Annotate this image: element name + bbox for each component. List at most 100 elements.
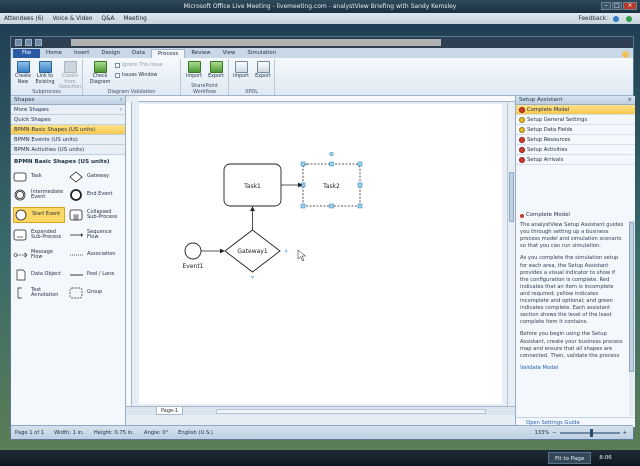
- shape-data-object[interactable]: Data Object: [13, 267, 65, 283]
- zoom-slider-knob[interactable]: [589, 428, 593, 437]
- feedback-icon[interactable]: [613, 15, 619, 22]
- zoom-control: 133% − +: [534, 428, 627, 437]
- status-icon[interactable]: [626, 15, 632, 22]
- assistant-item-resources[interactable]: Setup Resources: [516, 135, 635, 145]
- sharepoint-import-button[interactable]: Import: [183, 61, 205, 80]
- assistant-scroll-thumb[interactable]: [629, 222, 634, 372]
- shape-text-annotation[interactable]: Text Annotation: [13, 285, 65, 301]
- stencil-bpmn-events[interactable]: BPMN Events (US units): [11, 135, 125, 145]
- shapes-panel: Shapes ‹ More Shapes › Quick Shapes BPMN …: [11, 96, 126, 427]
- meeting-title: Microsoft Office Live Meeting - livemeet…: [183, 3, 457, 10]
- status-height[interactable]: Height: 0.75 in.: [94, 430, 134, 436]
- tab-process[interactable]: Process: [150, 49, 186, 58]
- zoom-in-icon[interactable]: +: [623, 430, 627, 436]
- link-existing-button[interactable]: Link to Existing: [34, 61, 56, 85]
- sharepoint-export-button[interactable]: Export: [205, 61, 227, 80]
- issues-window-checkbox[interactable]: Issues Window: [115, 73, 157, 78]
- shape-pool-lane[interactable]: Pool / Lane: [69, 267, 121, 283]
- status-language[interactable]: English (U.S.): [178, 430, 213, 436]
- tab-review[interactable]: Review: [185, 49, 216, 58]
- shape-end-event[interactable]: End Event: [69, 187, 121, 203]
- drawing-page[interactable]: Task1 Task2 Gateway1 Event1: [139, 104, 502, 404]
- tab-design[interactable]: Design: [95, 49, 126, 58]
- menu-qa[interactable]: Q&A: [101, 16, 114, 22]
- zoom-out-icon[interactable]: −: [552, 430, 556, 436]
- tab-insert[interactable]: Insert: [68, 49, 95, 58]
- tab-file[interactable]: File: [13, 49, 41, 58]
- menu-voice-video[interactable]: Voice & Video: [53, 16, 93, 22]
- stencil-bpmn-basic[interactable]: BPMN Basic Shapes (US units): [11, 125, 125, 135]
- zoom-level[interactable]: 133%: [534, 430, 549, 436]
- horizontal-scrollbar[interactable]: [216, 409, 486, 414]
- task1-shape[interactable]: Task1: [223, 163, 282, 207]
- xpdl-export-icon: [256, 61, 270, 73]
- shape-start-event[interactable]: Start Event: [13, 207, 65, 223]
- sequence-flow-icon: [69, 229, 84, 241]
- undo-icon[interactable]: [25, 39, 32, 46]
- ignore-issue-button[interactable]: Ignore This Issue: [115, 63, 163, 68]
- maximize-button[interactable]: □: [612, 2, 622, 10]
- page-tab-1[interactable]: Page-1: [156, 407, 184, 415]
- close-icon[interactable]: ×: [627, 96, 632, 105]
- xpdl-import-button[interactable]: Import: [230, 61, 252, 80]
- shape-gateway[interactable]: Gateway: [69, 169, 121, 185]
- status-page[interactable]: Page 1 of 1: [15, 430, 44, 436]
- menu-attendees[interactable]: Attendees (6): [4, 16, 44, 22]
- assistant-item-activities[interactable]: Setup Activities: [516, 145, 635, 155]
- tab-view[interactable]: View: [217, 49, 242, 58]
- shape-message-flow[interactable]: Message Flow: [13, 247, 65, 263]
- menu-meeting[interactable]: Meeting: [123, 16, 146, 22]
- assistant-item-complete-model[interactable]: Complete Model: [516, 105, 635, 115]
- redo-icon[interactable]: [35, 39, 42, 46]
- assistant-item-data-fields[interactable]: Setup Data Fields: [516, 125, 635, 135]
- create-new-button[interactable]: Create New: [12, 61, 34, 85]
- help-icon[interactable]: [622, 51, 629, 58]
- shape-intermediate-event[interactable]: Intermediate Event: [13, 187, 65, 203]
- stencil-bpmn-activities[interactable]: BPMN Activities (US units): [11, 145, 125, 155]
- shape-association[interactable]: Association: [69, 247, 121, 263]
- create-from-selection-button[interactable]: Create from Selection: [57, 61, 83, 91]
- xpdl-export-button[interactable]: Export: [252, 61, 274, 80]
- intermediate-event-icon: [13, 189, 28, 201]
- assistant-item-arrivals[interactable]: Setup Arrivals: [516, 155, 635, 165]
- window-controls: – □ ×: [601, 2, 637, 10]
- collapse-icon[interactable]: ‹: [120, 96, 122, 105]
- zoom-slider[interactable]: [559, 428, 620, 437]
- shape-task[interactable]: Task: [13, 169, 65, 185]
- autoconnect-arrow-right[interactable]: [285, 249, 288, 253]
- task-shape-icon: [13, 171, 28, 183]
- setup-assistant-panel: Setup Assistant × Complete Model Setup G…: [515, 96, 635, 427]
- shape-sequence-flow[interactable]: Sequence Flow: [69, 227, 121, 243]
- vertical-scrollbar[interactable]: [507, 102, 515, 406]
- task2-shape[interactable]: Task2: [302, 163, 361, 207]
- assistant-scrollbar[interactable]: [629, 220, 635, 416]
- tab-simulation[interactable]: Simulation: [241, 49, 282, 58]
- status-angle[interactable]: Angle: 0°: [144, 430, 168, 436]
- stencil-quick-shapes[interactable]: Quick Shapes: [11, 115, 125, 125]
- event-shape[interactable]: Event1: [182, 242, 204, 270]
- close-button[interactable]: ×: [623, 2, 637, 10]
- save-icon[interactable]: [15, 39, 22, 46]
- checkbox-icon: [115, 73, 120, 78]
- meeting-title-bar: Microsoft Office Live Meeting - livemeet…: [0, 0, 640, 13]
- minimize-button[interactable]: –: [601, 2, 611, 10]
- validate-model-link[interactable]: Validate Model: [520, 365, 558, 371]
- shape-collapsed-subprocess[interactable]: Collapsed Sub-Process: [69, 207, 121, 223]
- tab-home[interactable]: Home: [40, 49, 68, 58]
- collapsed-subprocess-icon: [69, 209, 84, 221]
- autoconnect-arrow-down[interactable]: [250, 276, 255, 279]
- pool-lane-icon: [69, 269, 84, 281]
- title-bar-blank: [71, 39, 441, 46]
- status-width[interactable]: Width: 1 in.: [54, 430, 84, 436]
- taskbar-fit-to-page[interactable]: Fit to Page: [548, 452, 592, 464]
- shape-expanded-subprocess[interactable]: Expanded Sub-Process: [13, 227, 65, 243]
- assistant-item-general-settings[interactable]: Setup General Settings: [516, 115, 635, 125]
- group-label-xpdl: XPDL: [244, 89, 259, 95]
- tab-data[interactable]: Data: [126, 49, 151, 58]
- check-diagram-button[interactable]: Check Diagram: [89, 61, 111, 85]
- vertical-ruler: [126, 102, 132, 406]
- shape-group[interactable]: Group: [69, 285, 121, 301]
- gateway-shape[interactable]: Gateway1: [224, 229, 281, 273]
- more-shapes[interactable]: More Shapes ›: [11, 105, 125, 115]
- scroll-thumb[interactable]: [509, 172, 514, 222]
